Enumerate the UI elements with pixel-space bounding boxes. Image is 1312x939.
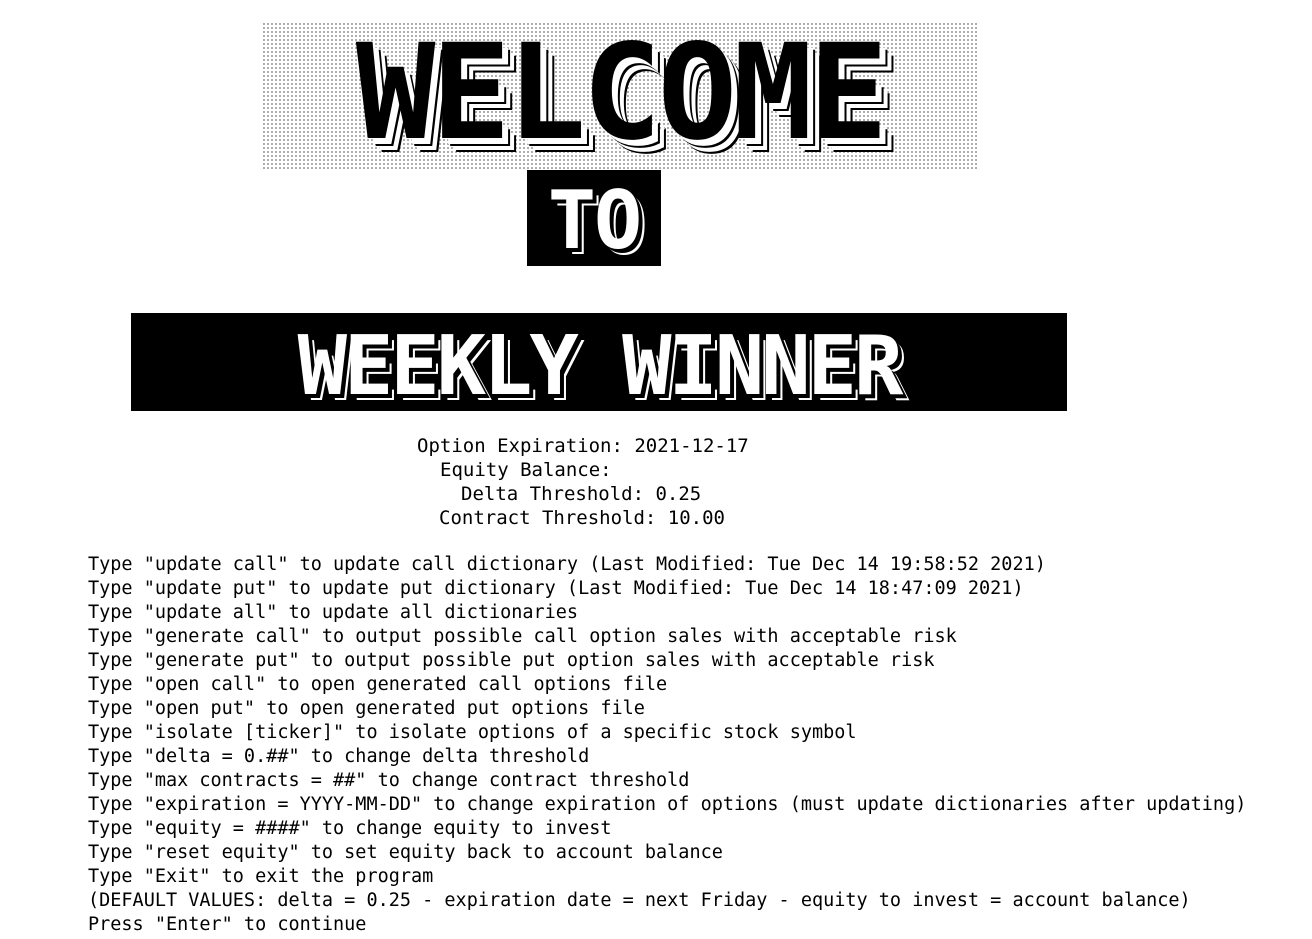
menu-line-expiration: Type "expiration = YYYY-MM-DD" to change… [88,794,1247,815]
command-menu: Type "update call" to update call dictio… [88,553,1246,937]
menu-line-reset-equity: Type "reset equity" to set equity back t… [88,842,723,863]
contract-threshold-text: Contract Threshold: 10.00 [439,507,725,529]
option-expiration-text: Option Expiration: 2021-12-17 [417,435,749,457]
menu-line-equity: Type "equity = ####" to change equity to… [88,818,612,839]
menu-line-open-call: Type "open call" to open generated call … [88,674,668,695]
menu-line-update-all: Type "update all" to update all dictiona… [88,602,579,623]
welcome-banner: WELCOME [262,22,978,170]
menu-line-generate-call: Type "generate call" to output possible … [88,626,957,647]
press-enter-prompt[interactable]: Press "Enter" to continue [88,913,1246,937]
menu-line-isolate: Type "isolate [ticker]" to isolate optio… [88,722,857,743]
banner-line-welcome: WELCOME [355,22,888,170]
menu-line-update-call: Type "update call" to update call dictio… [88,554,1046,575]
delta-threshold-text: Delta Threshold: 0.25 [461,483,702,505]
to-banner: TO [527,170,661,266]
menu-line-update-put: Type "update put" to update put dictiona… [88,578,1024,599]
weekly-winner-banner: WEEKLY WINNER [131,313,1067,411]
banner-line-weekly-winner: WEEKLY WINNER [297,319,904,411]
menu-line-exit: Type "Exit" to exit the program [88,866,434,887]
banner-line-to: TO [547,174,642,266]
menu-line-delta: Type "delta = 0.##" to change delta thre… [88,746,590,767]
equity-balance-text: Equity Balance: [440,459,612,481]
menu-line-open-put: Type "open put" to open generated put op… [88,698,645,719]
menu-line-generate-put: Type "generate put" to output possible p… [88,650,935,671]
menu-line-max-contracts: Type "max contracts = ##" to change cont… [88,770,690,791]
menu-line-default-values: (DEFAULT VALUES: delta = 0.25 - expirati… [88,890,1191,911]
